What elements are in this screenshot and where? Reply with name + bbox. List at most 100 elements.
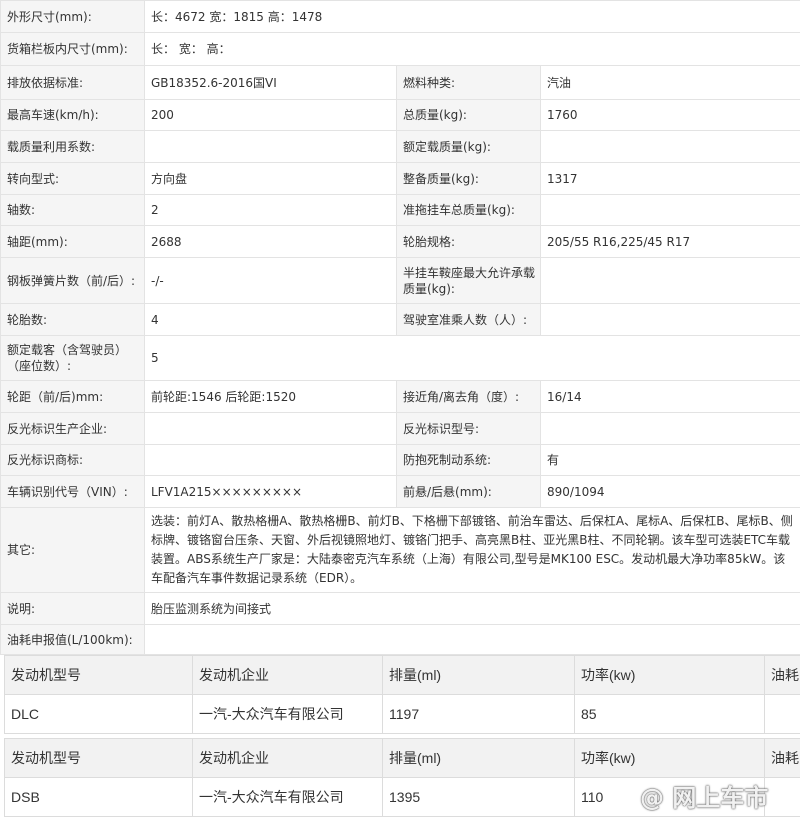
spec-key: 轮胎数: [0, 303, 145, 336]
spec-key: 轮距（前/后)mm: [0, 380, 145, 413]
spec-key: 总质量(kg): [396, 99, 541, 131]
table-cell [764, 694, 800, 734]
spec-key: 油耗申报值(L/100km): [0, 624, 145, 655]
spec-value: 汽油 [539, 65, 800, 100]
spec-key: 半挂车鞍座最大允许承载质量(kg): [396, 257, 541, 304]
spec-value [539, 130, 800, 163]
column-header: 发动机型号 [4, 655, 193, 695]
engine-data-row: DLC 一汽-大众汽车有限公司 1197 85 [4, 694, 800, 734]
spec-key: 准拖挂车总质量(kg): [396, 194, 541, 226]
column-header: 发动机企业 [192, 655, 383, 695]
spec-row: 载质量利用系数: 额定载质量(kg): [0, 130, 800, 163]
spec-row: 轴距(mm): 2688 轮胎规格: 205/55 R16,225/45 R17 [0, 225, 800, 258]
spec-value: 4 [144, 303, 397, 336]
spec-value: 5 [143, 335, 800, 381]
spec-value [144, 130, 397, 163]
spec-value: 2 [144, 194, 397, 226]
spec-row: 轮距（前/后)mm: 前轮距:1546 后轮距:1520 接近角/离去角（度）:… [0, 380, 800, 413]
column-header: 发动机型号 [4, 738, 193, 778]
spec-value: 有 [539, 444, 800, 476]
spec-key: 排放依据标准: [0, 65, 145, 100]
spec-value: 1760 [539, 99, 800, 131]
spec-value: 胎压监测系统为间接式 [143, 592, 800, 625]
table-cell: 1395 [382, 777, 575, 817]
spec-row: 其它: 选装：前灯A、散热格栅A、散热格栅B、前灯B、下格栅下部镀铬、前治车雷达… [0, 507, 800, 593]
spec-key: 防抱死制动系统: [396, 444, 541, 476]
spec-row: 反光标识商标: 防抱死制动系统: 有 [0, 444, 800, 476]
table-cell: DLC [4, 694, 193, 734]
spec-key: 驾驶室准乘人数（人）: [396, 303, 541, 336]
spec-row: 额定载客（含驾驶员）（座位数）: 5 [0, 335, 800, 381]
spec-value: 长：4672 宽：1815 高：1478 [143, 0, 800, 33]
spec-key: 最高车速(km/h): [0, 99, 145, 131]
column-header: 功率(kw) [574, 738, 765, 778]
spec-key: 转向型式: [0, 162, 145, 195]
column-header: 功率(kw) [574, 655, 765, 695]
table-cell: 一汽-大众汽车有限公司 [192, 694, 383, 734]
spec-key: 反光标识商标: [0, 444, 145, 476]
spec-key: 说明: [0, 592, 145, 625]
engine-header-row: 发动机型号 发动机企业 排量(ml) 功率(kw) 油耗 [4, 738, 800, 778]
spec-value: 16/14 [539, 380, 800, 413]
spec-value [144, 412, 397, 445]
spec-row: 轴数: 2 准拖挂车总质量(kg): [0, 194, 800, 226]
spec-row: 最高车速(km/h): 200 总质量(kg): 1760 [0, 99, 800, 131]
spec-key: 接近角/离去角（度）: [396, 380, 541, 413]
spec-row: 油耗申报值(L/100km): [0, 624, 800, 655]
spec-row: 排放依据标准: GB18352.6-2016国VI 燃料种类: 汽油 [0, 65, 800, 100]
spec-value [539, 194, 800, 226]
spec-value: -/- [144, 257, 397, 304]
spec-value: 1317 [539, 162, 800, 195]
column-header: 发动机企业 [192, 738, 383, 778]
engine-header-row: 发动机型号 发动机企业 排量(ml) 功率(kw) 油耗 [4, 655, 800, 695]
spec-value: 方向盘 [144, 162, 397, 195]
spec-key: 前悬/后悬(mm): [396, 475, 541, 508]
vehicle-spec-table: 外形尺寸(mm): 长：4672 宽：1815 高：1478 货箱栏板内尺寸(m… [0, 0, 800, 655]
spec-key: 燃料种类: [396, 65, 541, 100]
table-cell: 1197 [382, 694, 575, 734]
spec-key: 额定载质量(kg): [396, 130, 541, 163]
spec-key: 货箱栏板内尺寸(mm): [0, 32, 145, 66]
table-cell: 一汽-大众汽车有限公司 [192, 777, 383, 817]
spec-value: 前轮距:1546 后轮距:1520 [144, 380, 397, 413]
spec-row: 转向型式: 方向盘 整备质量(kg): 1317 [0, 162, 800, 195]
spec-key: 车辆识别代号（VIN）: [0, 475, 145, 508]
spec-value: 205/55 R16,225/45 R17 [539, 225, 800, 258]
spec-key: 轴数: [0, 194, 145, 226]
spec-row: 反光标识生产企业: 反光标识型号: [0, 412, 800, 445]
spec-value-description: 选装：前灯A、散热格栅A、散热格栅B、前灯B、下格栅下部镀铬、前治车雷达、后保杠… [143, 507, 800, 593]
spec-row: 车辆识别代号（VIN）: LFV1A215××××××××× 前悬/后悬(mm)… [0, 475, 800, 508]
spec-key: 反光标识生产企业: [0, 412, 145, 445]
spec-row: 钢板弹簧片数（前/后）: -/- 半挂车鞍座最大允许承载质量(kg): [0, 257, 800, 304]
spec-key: 外形尺寸(mm): [0, 0, 145, 33]
spec-value [539, 412, 800, 445]
spec-value: 200 [144, 99, 397, 131]
table-cell: DSB [4, 777, 193, 817]
spec-row: 轮胎数: 4 驾驶室准乘人数（人）: [0, 303, 800, 336]
spec-value [144, 444, 397, 476]
spec-key: 整备质量(kg): [396, 162, 541, 195]
spec-value [143, 624, 800, 655]
spec-value: LFV1A215××××××××× [144, 475, 397, 508]
spec-value: 2688 [144, 225, 397, 258]
spec-key: 载质量利用系数: [0, 130, 145, 163]
site-watermark: @ 网上车市 [640, 784, 769, 812]
spec-row: 说明: 胎压监测系统为间接式 [0, 592, 800, 625]
table-cell: 85 [574, 694, 765, 734]
spec-value: 890/1094 [539, 475, 800, 508]
spec-value [539, 303, 800, 336]
spec-value [539, 257, 800, 304]
spec-row: 外形尺寸(mm): 长：4672 宽：1815 高：1478 [0, 0, 800, 33]
column-header: 排量(ml) [382, 738, 575, 778]
spec-value: 长： 宽： 高： [143, 32, 800, 66]
column-header: 油耗 [764, 738, 800, 778]
column-header: 油耗 [764, 655, 800, 695]
engine-table: 发动机型号 发动机企业 排量(ml) 功率(kw) 油耗 DLC 一汽-大众汽车… [4, 655, 800, 734]
spec-key: 其它: [0, 507, 145, 593]
spec-key: 轴距(mm): [0, 225, 145, 258]
spec-key: 钢板弹簧片数（前/后）: [0, 257, 145, 304]
spec-row: 货箱栏板内尺寸(mm): 长： 宽： 高： [0, 32, 800, 66]
spec-key: 额定载客（含驾驶员）（座位数）: [0, 335, 145, 381]
spec-key: 轮胎规格: [396, 225, 541, 258]
spec-value: GB18352.6-2016国VI [144, 65, 397, 100]
